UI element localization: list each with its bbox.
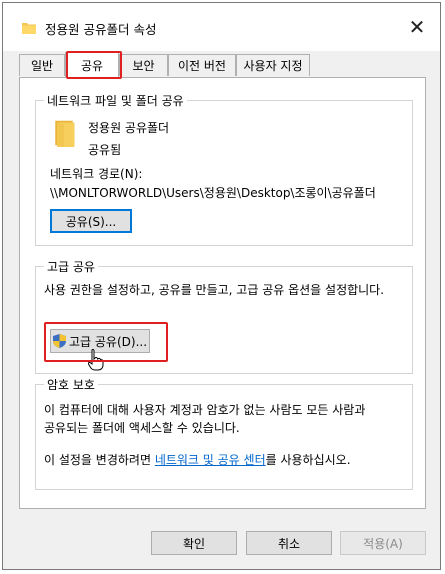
- tab-previous-versions[interactable]: 이전 버전: [168, 54, 236, 76]
- password-description-line2: 공유되는 폴더에 액세스할 수 있습니다.: [44, 421, 240, 435]
- change-setting-suffix: 를 사용하십시오.: [265, 453, 351, 467]
- properties-window: 정용원 공유폴더 속성 ✕ 일반 공유 보안 이전 버전 사용자 지정 네트워크…: [2, 2, 441, 570]
- folder-icon: [22, 23, 36, 34]
- password-protection-group: 암호 보호 이 컴퓨터에 대해 사용자 계정과 암호가 없는 사람도 모든 사람…: [35, 376, 413, 490]
- change-setting-text: 이 설정을 변경하려면 네트워크 및 공유 센터를 사용하십시오.: [44, 451, 351, 468]
- uac-shield-icon: [52, 334, 66, 348]
- close-icon: ✕: [408, 15, 426, 39]
- advanced-sharing-description: 사용 권한을 설정하고, 공유를 만들고, 고급 공유 옵션을 설정합니다.: [44, 283, 385, 297]
- network-sharing-title: 네트워크 파일 및 폴더 공유: [44, 92, 187, 109]
- tab-security[interactable]: 보안: [119, 54, 168, 76]
- folder-name: 정용원 공유폴더: [88, 121, 170, 135]
- password-protection-title: 암호 보호: [44, 376, 98, 393]
- network-path-label: 네트워크 경로(N):: [50, 167, 143, 181]
- tab-strip: 일반 공유 보안 이전 버전 사용자 지정: [19, 52, 429, 78]
- ok-button[interactable]: 확인: [151, 531, 237, 555]
- title-bar: 정용원 공유폴더 속성 ✕: [3, 3, 440, 51]
- sharing-panel: 네트워크 파일 및 폴더 공유 정용원 공유폴더 공유됨 네트워크 경로(N):…: [19, 77, 426, 509]
- network-path-value: \\MONLTORWORLD\Users\정용원\Desktop\조롱이\공유폴…: [50, 186, 376, 200]
- change-setting-prefix: 이 설정을 변경하려면: [44, 453, 155, 467]
- network-sharing-group: 네트워크 파일 및 폴더 공유 정용원 공유폴더 공유됨 네트워크 경로(N):…: [35, 92, 413, 246]
- tab-customize[interactable]: 사용자 지정: [236, 54, 310, 76]
- share-status: 공유됨: [88, 143, 122, 157]
- share-button[interactable]: 공유(S)...: [50, 209, 132, 233]
- apply-button[interactable]: 적용(A): [340, 531, 426, 555]
- network-sharing-center-link[interactable]: 네트워크 및 공유 센터: [155, 453, 266, 467]
- advanced-sharing-button-label: 고급 공유(D)...: [68, 334, 148, 349]
- cancel-button[interactable]: 취소: [246, 531, 332, 555]
- tab-general[interactable]: 일반: [19, 54, 65, 76]
- close-button[interactable]: ✕: [401, 13, 433, 41]
- tab-sharing[interactable]: 공유: [65, 52, 119, 78]
- advanced-sharing-group: 고급 공유 사용 권한을 설정하고, 공유를 만들고, 고급 공유 옵션을 설정…: [35, 258, 413, 374]
- hand-cursor-icon: [88, 349, 104, 371]
- password-description-line1: 이 컴퓨터에 대해 사용자 계정과 암호가 없는 사람도 모든 사람과: [44, 403, 366, 417]
- window-title: 정용원 공유폴더 속성: [45, 22, 157, 37]
- folder-icon: [55, 120, 75, 147]
- advanced-sharing-title: 고급 공유: [44, 258, 98, 275]
